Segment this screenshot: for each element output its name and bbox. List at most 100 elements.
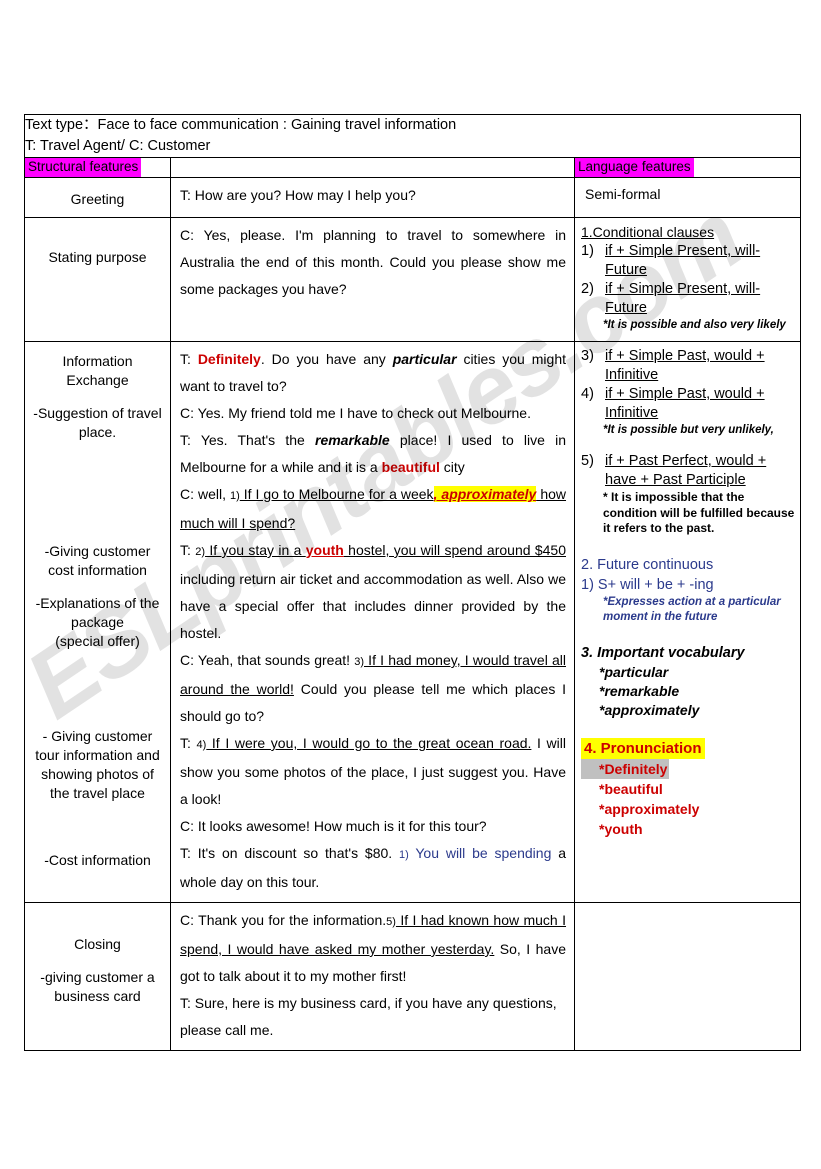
clause-marker-3: 3) <box>354 656 364 668</box>
closing-title: Closing <box>74 936 121 952</box>
vocabulary-heading: 3. Important vocabulary <box>581 644 745 661</box>
dialogue-line-3-end: city <box>439 459 465 475</box>
stating-purpose-structural-label: Stating purpose <box>48 249 147 265</box>
conditional-item-1-marker: 1) <box>581 243 594 259</box>
stating-purpose-language-cell: 1.Conditional clauses 1) if + Simple Pre… <box>573 217 802 342</box>
information-exchange-structural-cell: Information Exchange -Suggestion of trav… <box>24 341 171 903</box>
structural-features-header-cell: Structural features <box>24 157 171 178</box>
dialogue-line-4-start: C: well, <box>180 486 230 502</box>
table-row-greeting: Greeting T: How are you? How may I help … <box>24 177 802 218</box>
information-exchange-language-cell: 3) if + Simple Past, would + Infinitive … <box>573 341 802 903</box>
future-continuous-heading: 2. Future continuous <box>581 556 714 573</box>
future-continuous-clause: You will be spending <box>408 845 552 861</box>
conditional-item-4: 4) if + Simple Past, would + Infinitive <box>581 385 796 423</box>
dialogue-line-1-speaker: T: <box>180 351 198 367</box>
info-exchange-item5: -Cost information <box>44 852 151 868</box>
info-exchange-item4-line3: showing photos of <box>41 766 154 782</box>
info-exchange-item4-line4: the travel place <box>50 785 145 801</box>
dialogue-line-5-start: T: <box>180 542 196 558</box>
info-exchange-item2-line2: cost information <box>48 562 147 578</box>
info-exchange-item4-line1: - Giving customer <box>42 728 153 744</box>
conditional-item-1-text: if + Simple Present, will-Future <box>605 243 761 278</box>
dialogue-line-6: C: Yeah, that sounds great! 3) If I had … <box>180 647 566 730</box>
dialogue-line-1-mid: . Do you have any <box>260 351 393 367</box>
conditional-clauses-heading: 1.Conditional clauses <box>581 224 715 240</box>
info-exchange-title-line2: Exchange <box>66 372 129 388</box>
closing-line-1-start: C: Thank you for the information. <box>180 912 387 928</box>
clause-4-text: If I were you, I would go to the great o… <box>206 735 532 751</box>
dialogue-line-1: T: Definitely. Do you have any particula… <box>180 346 566 400</box>
info-exchange-item3-line1: -Explanations of the <box>35 595 160 611</box>
pronunciation-heading-wrap: 4. Pronunciation <box>581 737 796 759</box>
conditional-item-2-marker: 2) <box>581 281 594 297</box>
conditional-item-4-marker: 4) <box>581 386 594 402</box>
greeting-structural-cell: Greeting <box>24 177 171 218</box>
conditional-note-1: *It is possible and also very likely <box>603 319 786 331</box>
clause-marker-5: 5) <box>386 916 396 928</box>
dialogue-line-9-start: T: It's on discount so that's $80. <box>180 845 399 861</box>
worksheet-table: Text type：Face to face communication : G… <box>23 114 802 1051</box>
stating-purpose-dialogue-text: C: Yes, please. I'm planning to travel t… <box>180 227 566 297</box>
closing-dialogue-line-2: T: Sure, here is my business card, if yo… <box>180 995 557 1038</box>
conditional-note-3: * It is impossible that the condition wi… <box>603 490 795 535</box>
closing-dialogue-line-1: C: Thank you for the information.5) If I… <box>180 907 566 990</box>
info-exchange-item4-line2: tour information and <box>35 747 160 763</box>
text-type-line: Text type：Face to face communication : G… <box>25 117 457 133</box>
greeting-structural-label: Greeting <box>70 191 125 207</box>
language-features-header-cell: Language features <box>573 157 802 178</box>
info-exchange-item3-line3: (special offer) <box>55 633 140 649</box>
future-continuous-formula: 1) S+ will + be + -ing <box>581 576 714 593</box>
pronunciation-item-1-text: *Definitely <box>581 758 670 779</box>
clause-2-part2: hostel, you will spend around $450 <box>343 542 566 558</box>
dialogue-line-4: C: well, 1) If I go to Melbourne for a w… <box>180 481 566 537</box>
dialogue-header-cell <box>170 157 575 178</box>
closing-dialogue-cell: C: Thank you for the information.5) If I… <box>170 902 575 1051</box>
clause-marker-2: 2) <box>195 546 206 558</box>
conditional-item-5: 5) if + Past Perfect, would + have + Pas… <box>581 452 796 490</box>
greeting-dialogue-cell: T: How are you? How may I help you? <box>170 177 575 218</box>
info-exchange-title-line1: Information <box>62 353 133 369</box>
conditional-clauses-block: 1.Conditional clauses 1) if + Simple Pre… <box>575 218 800 341</box>
conditional-item-4-text: if + Simple Past, would + Infinitive <box>605 386 765 421</box>
dialogue-line-7-start: T: <box>180 735 197 751</box>
title-cell: Text type：Face to face communication : G… <box>23 114 802 158</box>
pronunciation-item-2: *beautiful <box>599 780 663 797</box>
info-exchange-item1-line2: place. <box>78 424 117 440</box>
conditional-item-5-marker: 5) <box>581 453 594 469</box>
conditional-item-2-text: if + Simple Present, will-Future <box>605 281 761 316</box>
dialogue-line-7: T: 4) If I were you, I would go to the g… <box>180 730 566 813</box>
dialogue-line-5-end: including return air ticket and accommod… <box>180 571 566 641</box>
closing-item1-line2: business card <box>54 988 141 1004</box>
dialogue-line-8: C: It looks awesome! How much is it for … <box>180 818 487 834</box>
closing-item1-line1: -giving customer a <box>40 969 155 985</box>
future-continuous-note-line1: *Expresses action at a particular <box>603 595 781 608</box>
clause-marker-1: 1) <box>229 490 240 502</box>
clause-marker-4: 4) <box>196 739 207 751</box>
greeting-language-cell: Semi-formal <box>573 177 802 218</box>
vocabulary-item-1: *particular <box>599 663 669 680</box>
word-youth: youth <box>305 542 344 558</box>
conditional-item-1: 1) if + Simple Present, will-Future <box>581 242 796 280</box>
worksheet-table-container: Text type：Face to face communication : G… <box>23 114 802 1051</box>
greeting-language-label: Semi-formal <box>585 186 661 202</box>
conditional-note-2: *It is possible but very unlikely, <box>603 424 774 436</box>
info-exchange-item2-line1: -Giving customer <box>44 543 151 559</box>
clause-1-part1: If I go to Melbourne for a week <box>239 486 434 502</box>
table-row-information-exchange: Information Exchange -Suggestion of trav… <box>24 341 802 903</box>
conditional-item-5-text: if + Past Perfect, would + have + Past P… <box>605 453 767 488</box>
future-continuous-block: 2. Future continuous 1) S+ will + be + -… <box>581 555 796 595</box>
information-exchange-dialogue-cell: T: Definitely. Do you have any particula… <box>170 341 575 903</box>
vocabulary-item-2: *remarkable <box>599 682 680 699</box>
dialogue-line-3-start: T: Yes. That's the <box>180 432 315 448</box>
dialogue-line-9: T: It's on discount so that's $80. 1) Yo… <box>180 840 566 896</box>
info-exchange-item3-line2: package <box>71 614 124 630</box>
future-continuous-note-line2: moment in the future <box>603 610 718 623</box>
conditional-item-2: 2) if + Simple Present, will-Future <box>581 280 796 318</box>
closing-structural-cell: Closing -giving customer a business card <box>24 902 171 1051</box>
language-features-block: 3) if + Simple Past, would + Infinitive … <box>575 342 800 847</box>
clause-2-part1: If you stay in a <box>205 542 306 558</box>
dialogue-line-2: C: Yes. My friend told me I have to chec… <box>180 405 531 421</box>
pronunciation-item-1: *Definitely <box>581 758 796 779</box>
dialogue-line-3: T: Yes. That's the remarkable place! I u… <box>180 427 566 481</box>
dialogue-line-5: T: 2) If you stay in a youth hostel, you… <box>180 537 566 647</box>
